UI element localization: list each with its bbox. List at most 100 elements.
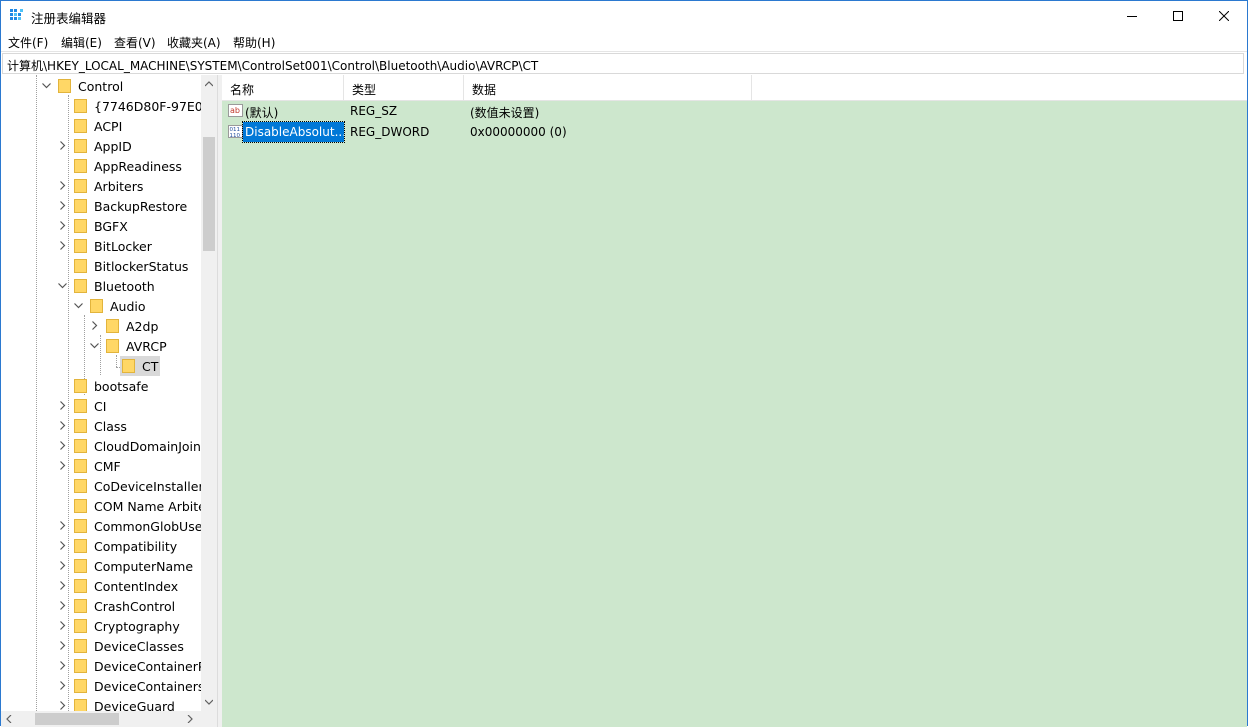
- minimize-button[interactable]: [1109, 1, 1155, 31]
- tree-item[interactable]: DeviceContainers: [1, 676, 201, 696]
- folder-icon: [74, 219, 87, 233]
- chevron-right-icon[interactable]: [58, 441, 67, 450]
- values-list-pane[interactable]: 名称 类型 数据 ab (默认) REG_SZ (数值未设置) 011 110 …: [222, 75, 1247, 727]
- folder-icon: [74, 279, 87, 293]
- menu-file[interactable]: 文件(F): [8, 34, 48, 51]
- menu-edit[interactable]: 编辑(E): [61, 34, 102, 51]
- value-row[interactable]: ab (默认) REG_SZ (数值未设置): [222, 101, 1247, 122]
- scroll-up-arrow-icon[interactable]: [205, 81, 213, 87]
- chevron-right-icon[interactable]: [58, 681, 67, 690]
- tree-item[interactable]: CrashControl: [1, 596, 201, 616]
- chevron-right-icon[interactable]: [58, 641, 67, 650]
- tree-vertical-scroll-thumb[interactable]: [203, 137, 215, 251]
- chevron-right-icon[interactable]: [58, 421, 67, 430]
- chevron-right-icon[interactable]: [58, 701, 67, 710]
- tree-item[interactable]: CoDeviceInstallers: [1, 476, 201, 496]
- chevron-right-icon[interactable]: [58, 561, 67, 570]
- tree-item[interactable]: AppReadiness: [1, 156, 201, 176]
- tree-item[interactable]: AVRCP: [1, 336, 201, 356]
- menu-help[interactable]: 帮助(H): [233, 34, 275, 51]
- chevron-down-icon[interactable]: [74, 301, 83, 310]
- tree-item[interactable]: Compatibility: [1, 536, 201, 556]
- tree-item[interactable]: AppID: [1, 136, 201, 156]
- chevron-down-icon[interactable]: [42, 81, 51, 90]
- tree-item[interactable]: CloudDomainJoin: [1, 436, 201, 456]
- title-bar[interactable]: 注册表编辑器: [1, 1, 1247, 31]
- tree-item[interactable]: DeviceContainerPr: [1, 656, 201, 676]
- tree-item[interactable]: bootsafe: [1, 376, 201, 396]
- tree-item[interactable]: CT: [1, 356, 201, 376]
- column-header-data[interactable]: 数据: [464, 75, 752, 101]
- values-list-header: 名称 类型 数据: [222, 75, 1247, 101]
- tree-item-label: CT: [142, 359, 159, 374]
- chevron-right-icon[interactable]: [58, 541, 67, 550]
- tree-item[interactable]: Cryptography: [1, 616, 201, 636]
- chevron-right-icon[interactable]: [58, 201, 67, 210]
- chevron-right-icon[interactable]: [58, 521, 67, 530]
- tree-item[interactable]: CommonGlobUser: [1, 516, 201, 536]
- tree-item[interactable]: {7746D80F-97E0-4: [1, 96, 201, 116]
- chevron-down-icon[interactable]: [58, 281, 67, 290]
- scroll-right-arrow-icon[interactable]: [187, 715, 193, 723]
- chevron-right-icon[interactable]: [58, 141, 67, 150]
- chevron-right-icon[interactable]: [58, 621, 67, 630]
- tree-item[interactable]: A2dp: [1, 316, 201, 336]
- chevron-right-icon[interactable]: [58, 601, 67, 610]
- column-header-type[interactable]: 类型: [344, 75, 464, 101]
- folder-icon: [74, 399, 87, 413]
- address-bar[interactable]: 计算机\HKEY_LOCAL_MACHINE\SYSTEM\ControlSet…: [2, 53, 1244, 74]
- tree-item[interactable]: ACPI: [1, 116, 201, 136]
- tree-horizontal-scroll-thumb[interactable]: [35, 713, 119, 725]
- chevron-right-icon[interactable]: [58, 461, 67, 470]
- maximize-button[interactable]: [1155, 1, 1201, 31]
- tree-item[interactable]: BitLocker: [1, 236, 201, 256]
- tree-item[interactable]: BackupRestore: [1, 196, 201, 216]
- key-tree-pane[interactable]: Control {7746D80F-97E0-4 ACPI AppID AppReadi…: [1, 75, 217, 727]
- scroll-left-arrow-icon[interactable]: [6, 715, 12, 723]
- tree-item[interactable]: COM Name Arbite: [1, 496, 201, 516]
- folder-icon: [106, 339, 119, 353]
- folder-icon: [90, 299, 103, 313]
- tree-item[interactable]: CI: [1, 396, 201, 416]
- value-name-selected[interactable]: DisableAbsolut...: [242, 121, 345, 143]
- tree-item-label: Audio: [110, 299, 146, 314]
- chevron-right-icon[interactable]: [58, 401, 67, 410]
- tree-item[interactable]: Bluetooth: [1, 276, 201, 296]
- menu-favorites[interactable]: 收藏夹(A): [167, 34, 221, 51]
- close-button[interactable]: [1201, 1, 1247, 31]
- chevron-right-icon[interactable]: [58, 241, 67, 250]
- tree-vertical-scrollbar[interactable]: [201, 75, 217, 711]
- tree-item[interactable]: ComputerName: [1, 556, 201, 576]
- tree-item[interactable]: Audio: [1, 296, 201, 316]
- menu-view[interactable]: 查看(V): [114, 34, 156, 51]
- tree-item[interactable]: Control: [1, 76, 201, 96]
- tree-item[interactable]: DeviceClasses: [1, 636, 201, 656]
- folder-icon: [74, 199, 87, 213]
- minimize-icon: [1127, 16, 1137, 17]
- scroll-down-arrow-icon[interactable]: [205, 699, 213, 705]
- chevron-right-icon[interactable]: [90, 321, 99, 330]
- tree-item-label: CloudDomainJoin: [94, 439, 201, 454]
- tree-item[interactable]: ContentIndex: [1, 576, 201, 596]
- column-header-name[interactable]: 名称: [222, 75, 344, 101]
- tree-item-label: CommonGlobUser: [94, 519, 201, 534]
- tree-horizontal-scrollbar[interactable]: [1, 711, 217, 727]
- chevron-right-icon[interactable]: [58, 661, 67, 670]
- tree-item[interactable]: CMF: [1, 456, 201, 476]
- tree-item-label: Bluetooth: [94, 279, 155, 294]
- tree-item[interactable]: BGFX: [1, 216, 201, 236]
- value-row[interactable]: 011 110 DisableAbsolut... REG_DWORD 0x00…: [222, 121, 1247, 143]
- tree-item[interactable]: Class: [1, 416, 201, 436]
- tree-item[interactable]: Arbiters: [1, 176, 201, 196]
- tree-item-label: A2dp: [126, 319, 159, 334]
- tree-item-label: BGFX: [94, 219, 128, 234]
- tree-item[interactable]: BitlockerStatus: [1, 256, 201, 276]
- chevron-down-icon[interactable]: [90, 341, 99, 350]
- chevron-right-icon[interactable]: [58, 181, 67, 190]
- chevron-right-icon[interactable]: [58, 581, 67, 590]
- tree-item-label: Control: [78, 79, 124, 94]
- tree-item[interactable]: DeviceGuard: [1, 696, 201, 711]
- folder-icon: [74, 639, 87, 653]
- chevron-right-icon[interactable]: [58, 221, 67, 230]
- folder-icon: [74, 139, 87, 153]
